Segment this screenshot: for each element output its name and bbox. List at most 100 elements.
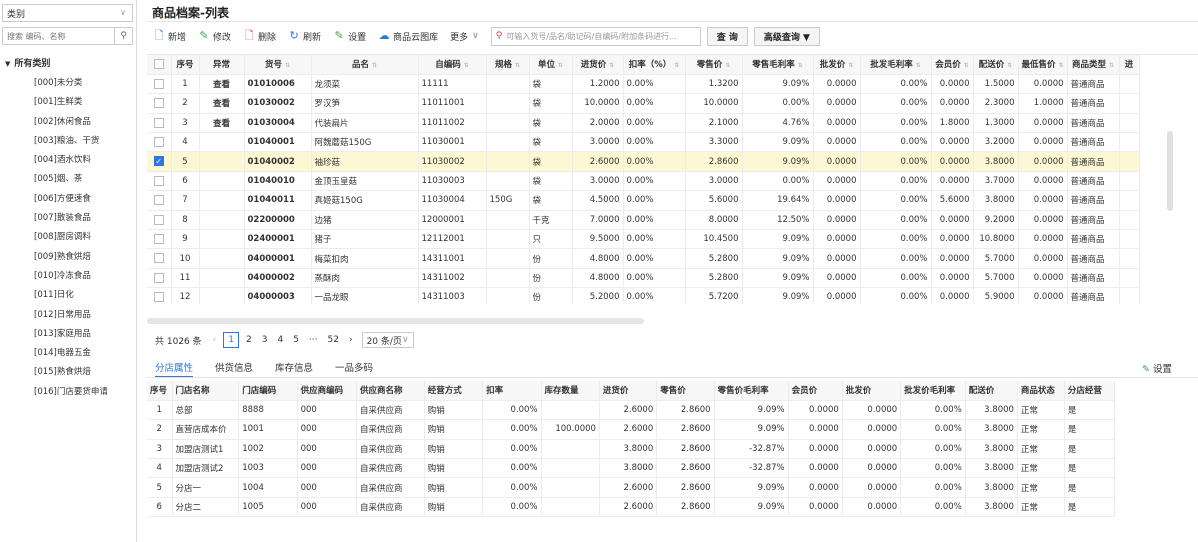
table-row[interactable]: 1 查看 01010006 龙须菜 11111 袋 1.2000 0.00% 1.3200 9.0… xyxy=(147,74,1140,95)
product-search-input[interactable]: ⚲ 可输入货号/品名/助记码/自编码/附加条码进行... xyxy=(490,26,701,46)
select-all-checkbox[interactable] xyxy=(153,59,164,70)
tree-node[interactable]: [008]厨房调料 xyxy=(0,228,137,247)
grid-horizontal-scrollbar[interactable] xyxy=(147,318,644,324)
tree-node[interactable]: [010]冷冻食品 xyxy=(0,267,137,286)
product-code-link[interactable]: 04000001 xyxy=(244,248,312,269)
sort-icon[interactable]: ⇅ xyxy=(558,62,563,69)
more-dropdown[interactable]: 更多 ∨ xyxy=(444,26,485,46)
row-checkbox[interactable] xyxy=(153,214,164,225)
column-header[interactable]: 会员价 ⇅ xyxy=(931,55,974,75)
sort-icon[interactable]: ⇅ xyxy=(725,62,730,69)
product-code-link[interactable]: 01030004 xyxy=(244,113,312,134)
column-header[interactable] xyxy=(147,55,172,75)
tree-node[interactable]: [006]方便速食 xyxy=(0,190,137,209)
product-code-link[interactable]: 02400001 xyxy=(244,229,312,250)
tree-node[interactable]: [004]酒水饮料 xyxy=(0,151,137,170)
sort-icon[interactable]: ⇅ xyxy=(372,62,377,69)
column-header[interactable]: 异常 xyxy=(199,55,245,75)
sort-icon[interactable]: ⇅ xyxy=(964,62,969,69)
product-code-link[interactable]: 01040001 xyxy=(244,132,312,153)
view-link[interactable]: 查看 xyxy=(199,93,245,114)
page-button[interactable]: 1 xyxy=(223,332,239,348)
table-row[interactable]: 10 04000001 梅菜扣肉 14311001 份 4.8000 0.00% 5.2800… xyxy=(147,248,1140,269)
tree-node[interactable]: [015]熟食烘焙 xyxy=(0,363,137,382)
tree-root[interactable]: ▼ 所有类别 xyxy=(0,54,137,74)
store-row[interactable]: 4 加盟店测试2 1003 000 自采供应商 购销 0.00% 3.8000 2.8600 -3… xyxy=(147,458,1116,479)
sort-icon[interactable]: ⇅ xyxy=(848,62,853,69)
category-search-input[interactable] xyxy=(3,28,113,44)
column-header[interactable]: 品名 ⇅ xyxy=(311,55,419,75)
delete-button[interactable]: 🗋 删除 xyxy=(237,26,282,46)
product-code-link[interactable]: 01030002 xyxy=(244,93,312,114)
category-select[interactable]: 类别 ∨ xyxy=(2,4,133,22)
view-link[interactable]: 查看 xyxy=(199,74,245,95)
row-checkbox[interactable] xyxy=(153,117,164,128)
advanced-query-button[interactable]: 高级查询 ▼ xyxy=(753,26,820,46)
detail-tab[interactable]: 分店属性 xyxy=(155,360,194,378)
detail-tab[interactable]: 一品多码 xyxy=(335,360,373,378)
tree-node[interactable]: [003]粮油、干货 xyxy=(0,132,137,151)
sort-icon[interactable]: ⇅ xyxy=(798,62,803,69)
sort-icon[interactable]: ⇅ xyxy=(609,62,614,69)
row-checkbox[interactable] xyxy=(153,292,164,303)
store-row[interactable]: 1 总部 8888 000 自采供应商 购销 0.00% 2.6000 2.8600 9.09% 0… xyxy=(147,400,1116,421)
store-row[interactable]: 3 加盟店测试1 1002 000 自采供应商 购销 0.00% 3.8000 2.8600 -3… xyxy=(147,439,1116,460)
table-row[interactable]: 4 01040001 阿魏蘑菇150G 11030001 袋 3.0000 0.00% 3.3… xyxy=(147,132,1140,153)
column-header[interactable]: 规格 ⇅ xyxy=(486,55,530,75)
row-checkbox[interactable] xyxy=(153,175,164,186)
table-row[interactable]: 9 02400001 猪子 12112001 只 9.5000 0.00% 10.4500 9.… xyxy=(147,229,1140,250)
product-code-link[interactable]: 01040011 xyxy=(244,190,312,211)
product-code-link[interactable]: 02200000 xyxy=(244,210,312,231)
page-button[interactable]: 2 xyxy=(241,335,257,345)
table-row[interactable]: 2 查看 01030002 罗汉笋 11011001 袋 10.0000 0.00% 10.00… xyxy=(147,93,1140,114)
tree-node[interactable]: [002]休闲食品 xyxy=(0,113,137,132)
store-row[interactable]: 5 分店一 1004 000 自采供应商 购销 0.00% 2.6000 2.8600 9.09%… xyxy=(147,477,1116,498)
next-page-button[interactable]: › xyxy=(344,335,358,345)
grid-vertical-scrollbar[interactable] xyxy=(1167,131,1173,211)
column-header[interactable]: 扣率（%） ⇅ xyxy=(623,55,686,75)
page-button[interactable]: 4 xyxy=(272,335,288,345)
row-checkbox[interactable] xyxy=(153,272,164,283)
table-row[interactable]: 12 04000003 一品龙眼 14311003 份 5.2000 0.00% 5.7200… xyxy=(147,287,1140,304)
tree-node[interactable]: [000]未分类 xyxy=(0,74,137,93)
column-header[interactable]: 货号 ⇅ xyxy=(244,55,312,75)
sort-icon[interactable]: ⇅ xyxy=(1109,62,1114,69)
row-checkbox[interactable] xyxy=(153,253,164,264)
tree-node[interactable]: [005]烟、茶 xyxy=(0,170,137,189)
row-checkbox[interactable] xyxy=(153,137,164,147)
sort-icon[interactable]: ⇅ xyxy=(464,62,469,69)
table-row[interactable]: 11 04000002 蒸酥肉 14311002 份 4.8000 0.00% 5.2800 9… xyxy=(147,268,1140,289)
column-header[interactable]: 零售价 ⇅ xyxy=(685,55,743,75)
sort-icon[interactable]: ⇅ xyxy=(285,62,290,69)
row-checkbox[interactable] xyxy=(153,98,164,109)
tree-node[interactable]: [014]电器五金 xyxy=(0,344,137,363)
product-code-link[interactable]: 01040002 xyxy=(244,151,312,172)
row-checkbox[interactable] xyxy=(153,78,164,89)
tree-node[interactable]: [013]家庭用品 xyxy=(0,325,137,344)
column-header[interactable]: 商品类型 ⇅ xyxy=(1067,55,1120,75)
sort-icon[interactable]: ⇅ xyxy=(674,62,679,69)
tree-node[interactable]: [011]日化 xyxy=(0,286,137,305)
table-row[interactable]: 3 查看 01030004 代装扁片 11011002 袋 2.0000 0.00% 2.100… xyxy=(147,113,1140,134)
page-size-select[interactable]: 20 条/页 ∨ xyxy=(361,332,414,348)
row-checkbox[interactable]: ✓ xyxy=(153,156,164,167)
page-button[interactable]: 5 xyxy=(288,335,304,345)
row-checkbox[interactable] xyxy=(153,195,164,206)
table-row[interactable]: 8 02200000 边猪 12000001 千克 7.0000 0.00% 8.0000 12… xyxy=(147,210,1140,231)
sort-icon[interactable]: ⇅ xyxy=(515,62,520,69)
detail-settings-button[interactable]: ✎ 设置 xyxy=(1142,361,1172,375)
table-row[interactable]: 6 01040010 金顶玉皇菇 11030003 袋 3.0000 0.00% 3.0000… xyxy=(147,171,1140,192)
column-header[interactable]: 进 xyxy=(1119,55,1140,75)
product-code-link[interactable]: 04000003 xyxy=(244,287,312,304)
table-row[interactable]: 7 01040011 真姬菇150G 11030004 150G 袋 4.5000 0.00%… xyxy=(147,190,1140,211)
column-header[interactable]: 单位 ⇅ xyxy=(529,55,573,75)
refresh-button[interactable]: ↻ 刷新 xyxy=(282,26,327,46)
prev-page-button[interactable]: ‹ xyxy=(208,335,222,345)
column-header[interactable]: 批发价 ⇅ xyxy=(813,55,861,75)
column-header[interactable]: 进货价 ⇅ xyxy=(572,55,624,75)
column-header[interactable]: 批发毛利率 ⇅ xyxy=(860,55,932,75)
detail-tab[interactable]: 供货信息 xyxy=(215,360,253,378)
settings-button[interactable]: ✎ 设置 xyxy=(327,26,372,46)
view-link[interactable]: 查看 xyxy=(199,113,245,134)
cloud-library-button[interactable]: ☁ 商品云图库 xyxy=(372,26,444,46)
